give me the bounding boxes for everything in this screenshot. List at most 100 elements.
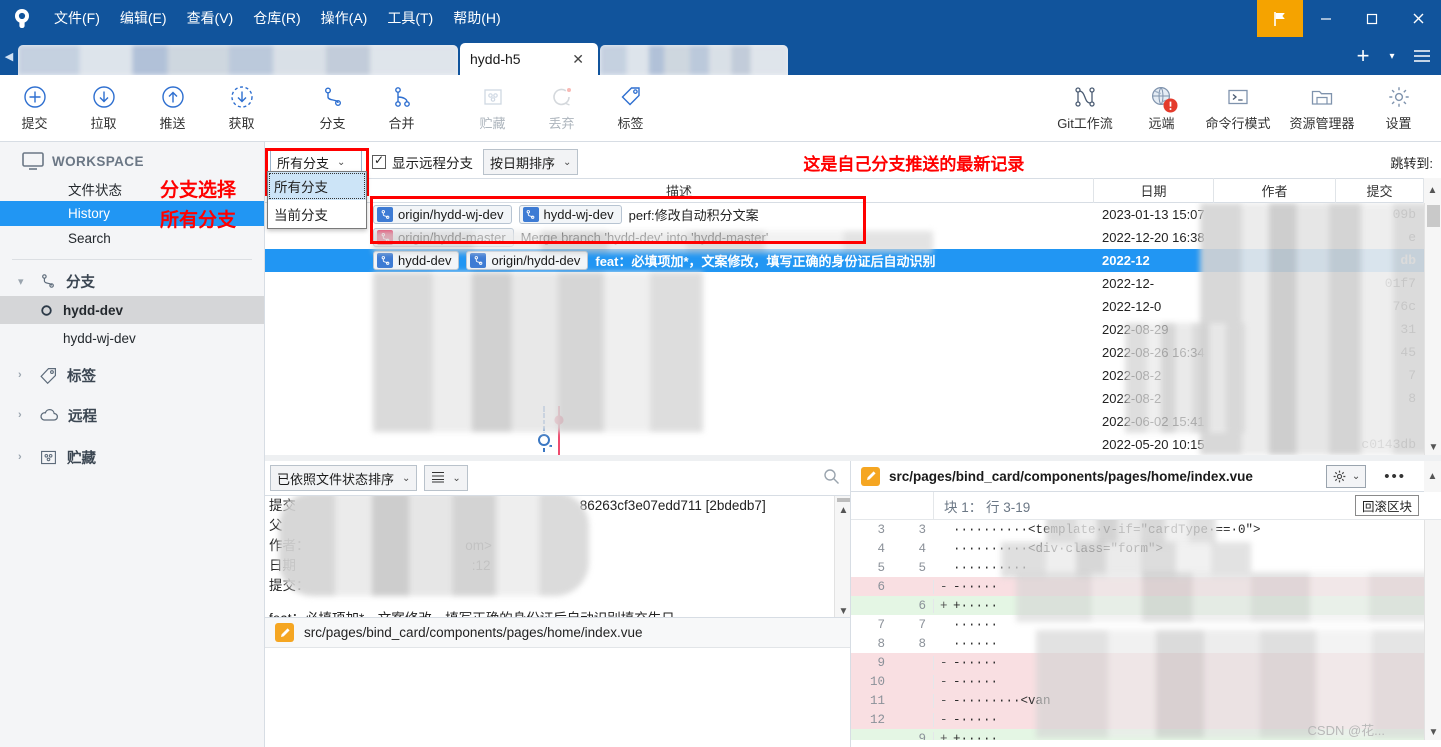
toolbar-fetch-button[interactable]: 获取 [207,76,276,140]
changed-file-row[interactable]: src/pages/bind_card/components/pages/hom… [265,618,850,648]
column-header-commit[interactable]: 提交 [1336,178,1424,203]
scrollbar-thumb[interactable] [1427,205,1440,227]
ellipsis-icon[interactable]: ••• [1375,468,1415,485]
chevron-left-icon[interactable]: ◀ [0,37,18,75]
commit-list[interactable]: origin/hydd-wj-dev hydd-wj-dev perf:修改自动… [265,203,1441,455]
sidebar-branch-hydd-wj-dev[interactable]: hydd-wj-dev [0,324,264,352]
menu-file[interactable]: 文件(F) [44,0,110,37]
commit-detail-text[interactable]: 提交 86263cf3e07edd711 [2bdedb7] 父 作者： om>… [265,495,850,618]
scroll-up-arrow-icon[interactable]: ▲ [1424,461,1441,492]
new-tab-icon[interactable]: + [1345,37,1381,75]
hamburger-menu-icon[interactable] [1403,37,1441,75]
toolbar-tag-button[interactable]: 标签 [596,76,665,140]
scroll-up-arrow-icon[interactable]: ▲ [835,502,850,518]
table-row[interactable]: 2022-08-2 7 [265,364,1441,387]
ref-tag-remote[interactable]: origin/hydd-master [373,228,514,247]
ref-tag-remote[interactable]: origin/hydd-wj-dev [373,205,512,224]
toolbar-remote-button[interactable]: 远端 [1127,76,1196,140]
toolbar-push-button[interactable]: 推送 [138,76,207,140]
rollback-hunk-button[interactable]: 回滚区块 [1354,495,1419,516]
column-header-date[interactable]: 日期 [1094,178,1214,203]
tab-hydd-h5[interactable]: hydd-h5 ✕ [460,43,598,75]
menu-repository[interactable]: 仓库(R) [243,0,310,37]
menu-help[interactable]: 帮助(H) [443,0,510,37]
column-header-author[interactable]: 作者 [1214,178,1336,203]
flag-icon[interactable] [1257,0,1303,37]
commit-list-scrollbar[interactable]: ▼ [1424,203,1441,455]
sort-order-select[interactable]: 按日期排序 ⌄ [483,149,579,175]
minimize-icon[interactable] [1303,0,1349,37]
table-row[interactable]: 2022-05-20 10:15 c0143db [265,433,1441,455]
branch-filter-dropdown[interactable]: 所有分支 当前分支 [267,171,367,229]
diff-sign: + [933,731,951,740]
sidebar-branch-hydd-dev[interactable]: hydd-dev [0,296,264,324]
commit-hash: 01f7 [1384,276,1416,291]
ref-tag-local[interactable]: hydd-dev [373,251,460,270]
table-row[interactable]: 2022-12-0 76c [265,295,1441,318]
chevron-down-icon[interactable]: ▾ [1381,37,1403,75]
diff-scrollbar[interactable]: ▼ [1424,520,1441,740]
toolbar-settings-label: 设置 [1385,116,1412,131]
toolbar-explorer-button[interactable]: 资源管理器 [1280,76,1364,140]
toolbar-branch-button[interactable]: 分支 [298,76,367,140]
table-row[interactable]: hydd-dev origin/hydd-dev feat：必填项加*，文案修改… [265,249,1441,272]
chevron-right-icon[interactable]: › [18,409,30,421]
tag-icon [40,367,57,384]
scroll-down-arrow-icon[interactable]: ▼ [835,603,850,617]
ref-tag-remote[interactable]: origin/hydd-dev [466,251,589,270]
chevron-down-icon[interactable]: ▾ [18,275,30,288]
menu-tools[interactable]: 工具(T) [377,0,443,37]
scroll-down-arrow-icon[interactable]: ▼ [1425,439,1441,455]
commit-message: feat：必填项加*，文案修改，填写正确的身份证后自动识别 [595,254,936,269]
dropdown-option-current-branch[interactable]: 当前分支 [268,200,366,228]
sidebar-group-remotes[interactable]: › 远程 [0,400,264,430]
error-badge-icon [1163,98,1178,113]
scroll-down-arrow-icon[interactable]: ▼ [1425,724,1441,740]
show-remote-branches-checkbox[interactable]: 显示远程分支 [372,152,473,172]
table-row[interactable]: 2022-08-29 31 [265,318,1441,341]
menu-actions[interactable]: 操作(A) [311,0,378,37]
close-icon[interactable]: ✕ [568,51,588,68]
chevron-down-icon: ⌄ [452,472,461,484]
table-row[interactable]: 2022-08-2 8 [265,387,1441,410]
ref-tag-local[interactable]: hydd-wj-dev [518,205,622,224]
table-row[interactable]: 2022-08-26 16:34 45 [265,341,1441,364]
toolbar-merge-button[interactable]: 合并 [367,76,436,140]
chevron-right-icon[interactable]: › [18,369,30,381]
view-mode-select[interactable]: ⌄ [424,465,468,491]
toolbar-discard-button[interactable]: 丢弃 [527,76,596,140]
csdn-watermark: CSDN @花... [1307,723,1385,738]
toolbar-commit-button[interactable]: 提交 [0,76,69,140]
table-row[interactable]: origin/hydd-wj-dev hydd-wj-dev perf:修改自动… [265,203,1441,226]
edit-modified-file-icon [861,466,880,486]
toolbar-gitflow-button[interactable]: Git工作流 [1043,76,1127,140]
checkbox-icon[interactable] [372,153,386,169]
tab-blurred-1[interactable] [18,45,458,75]
scroll-up-arrow-icon[interactable]: ▲ [1424,178,1441,203]
table-row[interactable]: 2022-06-02 15:41 [265,410,1441,433]
dropdown-option-all-branches[interactable]: 所有分支 [268,172,366,200]
toolbar-terminal-button[interactable]: 命令行模式 [1196,76,1280,140]
detail-scrollbar[interactable]: ▲ ▼ [834,496,850,617]
table-row[interactable]: origin/hydd-master Merge branch 'hydd-de… [265,226,1441,249]
toolbar-pull-button[interactable]: 拉取 [69,76,138,140]
column-header-description[interactable]: 描述 [265,178,1094,203]
diff-settings-button[interactable]: ⌄ [1325,464,1367,488]
menu-view[interactable]: 查看(V) [177,0,244,37]
search-icon[interactable] [823,468,840,488]
chevron-right-icon[interactable]: › [18,451,30,463]
sidebar-group-branches[interactable]: ▾ 分支 [0,266,264,296]
table-row[interactable]: 2022-12- 01f7 [265,272,1441,295]
menu-edit[interactable]: 编辑(E) [110,0,177,37]
detail-line-commit: 提交 86263cf3e07edd711 [2bdedb7] [265,496,850,516]
close-icon[interactable] [1395,0,1441,37]
toolbar-settings-button[interactable]: 设置 [1364,76,1433,140]
sidebar-group-stashes[interactable]: › 贮藏 [0,442,264,472]
maximize-icon[interactable] [1349,0,1395,37]
new-line-number: 4 [918,541,926,556]
sidebar-group-tags[interactable]: › 标签 [0,360,264,390]
toolbar-stash-button[interactable]: 贮藏 [458,76,527,140]
file-sort-select[interactable]: 已依照文件状态排序 ⌄ [270,465,418,491]
tab-blurred-2[interactable] [600,45,788,75]
diff-body[interactable]: 3 3 ··········<template·v-if="cardType·=… [851,520,1441,740]
